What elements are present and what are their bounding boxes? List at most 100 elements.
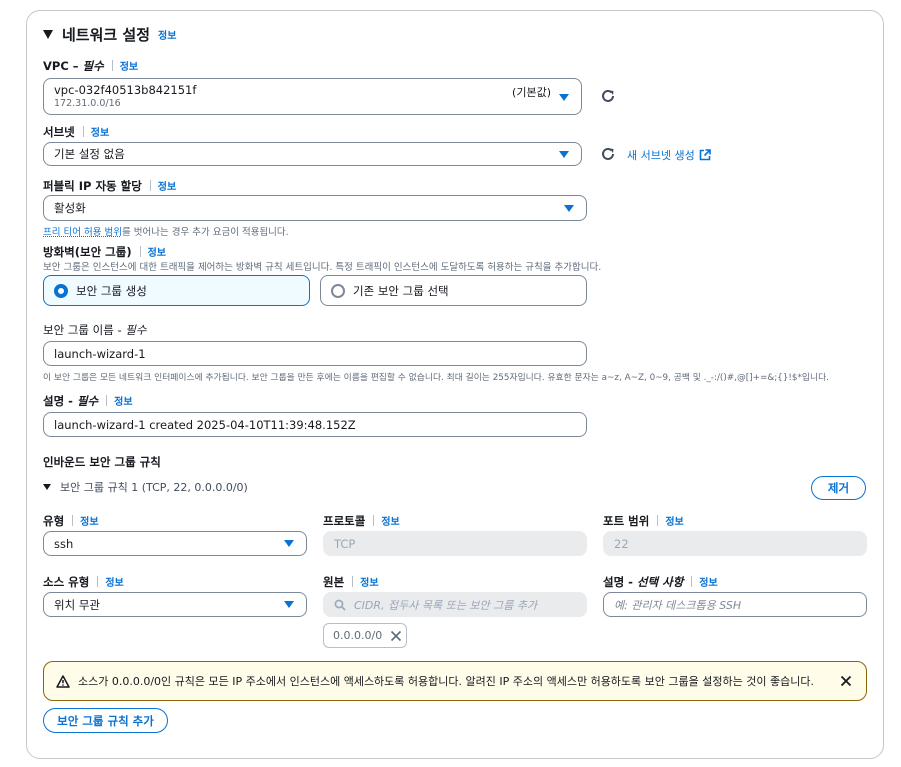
vpc-info-link[interactable]: 정보 xyxy=(120,62,138,73)
external-link-icon xyxy=(699,149,711,161)
vpc-default-tag: (기본값) xyxy=(512,86,551,99)
public-ip-info-link[interactable]: 정보 xyxy=(158,182,176,193)
rule-desc-label: 설명 - xyxy=(603,575,637,589)
source-placeholder: CIDR, 접두사 목록 또는 보안 그룹 추가 xyxy=(354,598,538,612)
network-settings-panel xyxy=(26,10,884,759)
sg-name-value: launch-wizard-1 xyxy=(54,346,146,361)
source-label: 원본 xyxy=(323,575,345,589)
source-token: 0.0.0.0/0 xyxy=(323,623,407,648)
search-icon xyxy=(334,599,346,611)
port-label: 포트 범위 xyxy=(603,514,650,528)
type-select[interactable]: ssh xyxy=(43,531,307,556)
subnet-label-row: 서브넷 정보 xyxy=(43,124,109,140)
rule-description-placeholder: 예: 관리자 데스크톱용 SSH xyxy=(614,598,742,612)
refresh-icon[interactable] xyxy=(600,146,616,162)
firewall-info-link[interactable]: 정보 xyxy=(148,248,166,259)
source-search-input[interactable]: CIDR, 접두사 목록 또는 보안 그룹 추가 xyxy=(323,592,587,617)
description-input[interactable]: launch-wizard-1 created 2025-04-10T11:39… xyxy=(43,412,587,437)
firewall-label-row: 방화벽(보안 그룹) 정보 xyxy=(43,244,166,260)
chevron-down-icon xyxy=(559,94,569,101)
public-ip-label: 퍼블릭 IP 자동 할당 xyxy=(43,179,142,193)
caret-down-icon xyxy=(43,484,51,490)
subnet-select[interactable]: 기본 설정 없음 xyxy=(43,142,582,166)
section-header[interactable]: 네트워크 설정 정보 xyxy=(43,24,176,45)
public-ip-select[interactable]: 활성화 xyxy=(43,195,587,221)
port-info-link[interactable]: 정보 xyxy=(665,517,683,528)
radio-create-label: 보안 그룹 생성 xyxy=(76,283,147,298)
source-label-row: 원본 정보 xyxy=(323,574,379,590)
rule-description-input[interactable]: 예: 관리자 데스크톱용 SSH xyxy=(603,592,867,617)
port-value: 22 xyxy=(614,536,629,551)
type-label-row: 유형 정보 xyxy=(43,513,99,529)
vpc-select[interactable]: vpc-032f40513b842151f 172.31.0.0/16 (기본값… xyxy=(43,78,582,115)
chevron-down-icon xyxy=(564,205,574,212)
vpc-cidr: 172.31.0.0/16 xyxy=(54,98,121,109)
sg-name-label: 보안 그룹 이름 - xyxy=(43,323,126,337)
source-type-value: 위치 무관 xyxy=(54,597,100,612)
port-label-row: 포트 범위 정보 xyxy=(603,513,684,529)
description-value: launch-wizard-1 created 2025-04-10T11:39… xyxy=(54,417,356,432)
free-tier-note-text: 를 벗어나는 경우 추가 요금이 적용됩니다. xyxy=(121,227,289,238)
close-icon[interactable] xyxy=(390,630,402,642)
firewall-description: 보안 그룹은 인스턴스에 대한 트래픽을 제어하는 방화벽 규칙 세트입니다. … xyxy=(43,262,602,273)
source-type-label: 소스 유형 xyxy=(43,575,90,589)
public-ip-label-row: 퍼블릭 IP 자동 할당 정보 xyxy=(43,178,176,194)
vpc-id: vpc-032f40513b842151f xyxy=(54,83,197,97)
rule-desc-label-row: 설명 - 선택 사항 정보 xyxy=(603,574,718,590)
chevron-down-icon xyxy=(284,540,294,547)
source-info-link[interactable]: 정보 xyxy=(360,578,378,589)
refresh-icon[interactable] xyxy=(600,88,616,104)
description-label-row: 설명 - 필수 정보 xyxy=(43,393,133,409)
vpc-label: VPC – xyxy=(43,59,83,73)
port-field: 22 xyxy=(603,531,867,556)
rule-desc-optional: 선택 사항 xyxy=(636,575,684,589)
free-tier-note: 프리 티어 허용 범위를 벗어나는 경우 추가 요금이 적용됩니다. xyxy=(43,224,289,238)
rule-title: 보안 그룹 규칙 1 (TCP, 22, 0.0.0.0/0) xyxy=(60,481,248,494)
warning-text: 소스가 0.0.0.0/0인 규칙은 모든 IP 주소에서 인스턴스에 액세스하… xyxy=(78,675,814,688)
sg-name-required: 필수 xyxy=(125,323,147,337)
subnet-value: 기본 설정 없음 xyxy=(54,147,125,161)
radio-existing-security-group[interactable]: 기존 보안 그룹 선택 xyxy=(320,275,587,306)
create-subnet-link[interactable]: 새 서브넷 생성 xyxy=(627,147,711,163)
source-type-label-row: 소스 유형 정보 xyxy=(43,574,124,590)
free-tier-link[interactable]: 프리 티어 허용 범위 xyxy=(43,227,122,238)
protocol-value: TCP xyxy=(334,536,356,551)
radio-unselected-icon xyxy=(331,283,345,298)
rule-expander[interactable]: 보안 그룹 규칙 1 (TCP, 22, 0.0.0.0/0) xyxy=(43,479,248,495)
type-value: ssh xyxy=(54,536,74,551)
remove-rule-button[interactable]: 제거 xyxy=(811,476,866,500)
description-required: 필수 xyxy=(76,394,99,408)
public-ip-value: 활성화 xyxy=(54,201,86,215)
warning-icon xyxy=(56,674,70,688)
source-token-value: 0.0.0.0/0 xyxy=(333,629,383,642)
vpc-label-row: VPC – 필수 정보 xyxy=(43,58,138,74)
description-label: 설명 - xyxy=(43,394,77,408)
rule-desc-info-link[interactable]: 정보 xyxy=(699,578,717,589)
firewall-label: 방화벽(보안 그룹) xyxy=(43,245,132,259)
section-info-link[interactable]: 정보 xyxy=(158,27,176,42)
protocol-label-row: 프로토콜 정보 xyxy=(323,513,400,529)
type-label: 유형 xyxy=(43,514,65,528)
inbound-rules-title: 인바운드 보안 그룹 규칙 xyxy=(43,455,161,469)
subnet-label: 서브넷 xyxy=(43,125,75,139)
radio-create-security-group[interactable]: 보안 그룹 생성 xyxy=(43,275,310,306)
source-type-select[interactable]: 위치 무관 xyxy=(43,592,307,617)
protocol-info-link[interactable]: 정보 xyxy=(381,517,399,528)
source-type-info-link[interactable]: 정보 xyxy=(105,578,123,589)
sg-name-hint: 이 보안 그룹은 모든 네트워크 인터페이스에 추가됩니다. 보안 그룹을 만든… xyxy=(43,373,829,383)
sg-name-input[interactable]: launch-wizard-1 xyxy=(43,341,587,366)
subnet-info-link[interactable]: 정보 xyxy=(91,128,109,139)
sg-name-label-row: 보안 그룹 이름 - 필수 xyxy=(43,322,146,338)
add-rule-button[interactable]: 보안 그룹 규칙 추가 xyxy=(43,708,168,733)
caret-down-icon xyxy=(43,30,53,39)
create-subnet-label: 새 서브넷 생성 xyxy=(627,149,695,162)
radio-selected-icon xyxy=(54,283,68,298)
vpc-required: 필수 xyxy=(82,59,104,73)
chevron-down-icon xyxy=(559,151,569,158)
type-info-link[interactable]: 정보 xyxy=(80,517,98,528)
section-title: 네트워크 설정 xyxy=(62,26,151,44)
warning-alert: 소스가 0.0.0.0/0인 규칙은 모든 IP 주소에서 인스턴스에 액세스하… xyxy=(43,661,867,701)
chevron-down-icon xyxy=(284,601,294,608)
dismiss-icon[interactable] xyxy=(840,675,852,687)
description-info-link[interactable]: 정보 xyxy=(114,397,132,408)
